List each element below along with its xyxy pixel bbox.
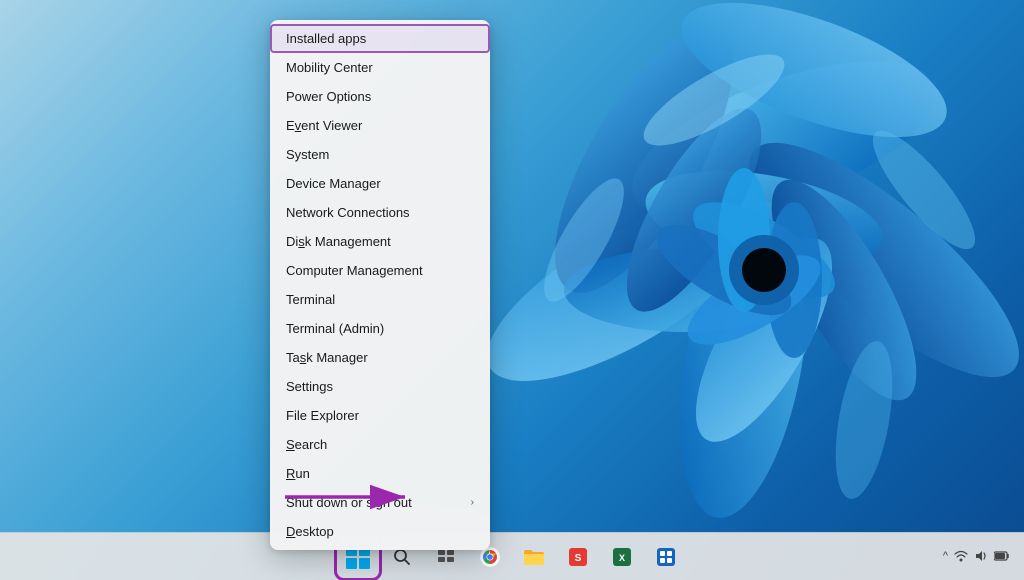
menu-item-system[interactable]: System [270, 140, 490, 169]
menu-item-computer-management[interactable]: Computer Management [270, 256, 490, 285]
files-button[interactable] [514, 537, 554, 577]
battery-icon[interactable] [994, 551, 1010, 561]
network-icon[interactable] [954, 549, 968, 563]
arrow-svg [280, 475, 420, 520]
menu-item-file-explorer[interactable]: File Explorer [270, 401, 490, 430]
tray-icons[interactable]: ^ [937, 545, 1016, 567]
search-icon [393, 548, 411, 566]
svg-text:X: X [619, 553, 625, 563]
tray-overflow-icon[interactable]: ^ [943, 550, 948, 562]
task-view-icon [437, 548, 455, 566]
system-tray: ^ [937, 532, 1016, 580]
app1-button[interactable]: S [558, 537, 598, 577]
menu-item-terminal-admin[interactable]: Terminal (Admin) [270, 314, 490, 343]
menu-item-installed-apps[interactable]: Installed apps [270, 24, 490, 53]
menu-item-event-viewer[interactable]: Event Viewer [270, 111, 490, 140]
excel-icon: X [611, 546, 633, 568]
excel-button[interactable]: X [602, 537, 642, 577]
taskbar: S X [0, 532, 1024, 580]
context-menu: Installed apps Mobility Center Power Opt… [270, 20, 490, 550]
desktop: Installed apps Mobility Center Power Opt… [0, 0, 1024, 580]
menu-item-network-connections[interactable]: Network Connections [270, 198, 490, 227]
app1-icon: S [567, 546, 589, 568]
menu-item-task-manager[interactable]: Task Manager [270, 343, 490, 372]
arrow-annotation [280, 475, 420, 525]
menu-item-disk-management[interactable]: Disk Management [270, 227, 490, 256]
app2-icon [655, 546, 677, 568]
menu-item-mobility-center[interactable]: Mobility Center [270, 53, 490, 82]
folder-icon [523, 548, 545, 566]
app2-button[interactable] [646, 537, 686, 577]
menu-item-search[interactable]: Search [270, 430, 490, 459]
menu-item-terminal[interactable]: Terminal [270, 285, 490, 314]
svg-text:S: S [575, 553, 582, 564]
menu-item-power-options[interactable]: Power Options [270, 82, 490, 111]
menu-item-settings[interactable]: Settings [270, 372, 490, 401]
menu-item-device-manager[interactable]: Device Manager [270, 169, 490, 198]
volume-icon[interactable] [974, 549, 988, 563]
submenu-chevron-icon: › [471, 497, 474, 508]
